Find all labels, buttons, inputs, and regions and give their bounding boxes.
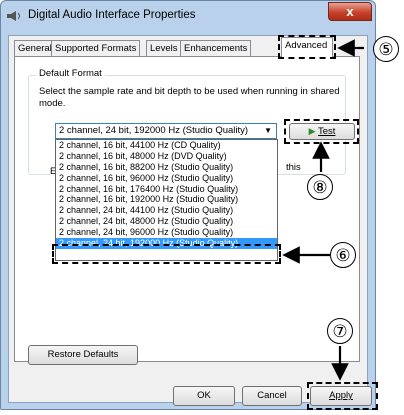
callout-7: ⑦	[327, 318, 353, 344]
annotation-arrows	[282, 39, 364, 381]
callout-5: ⑤	[373, 36, 399, 62]
callout-6: ⑥	[330, 242, 356, 268]
callout-8: ⑧	[307, 174, 333, 200]
